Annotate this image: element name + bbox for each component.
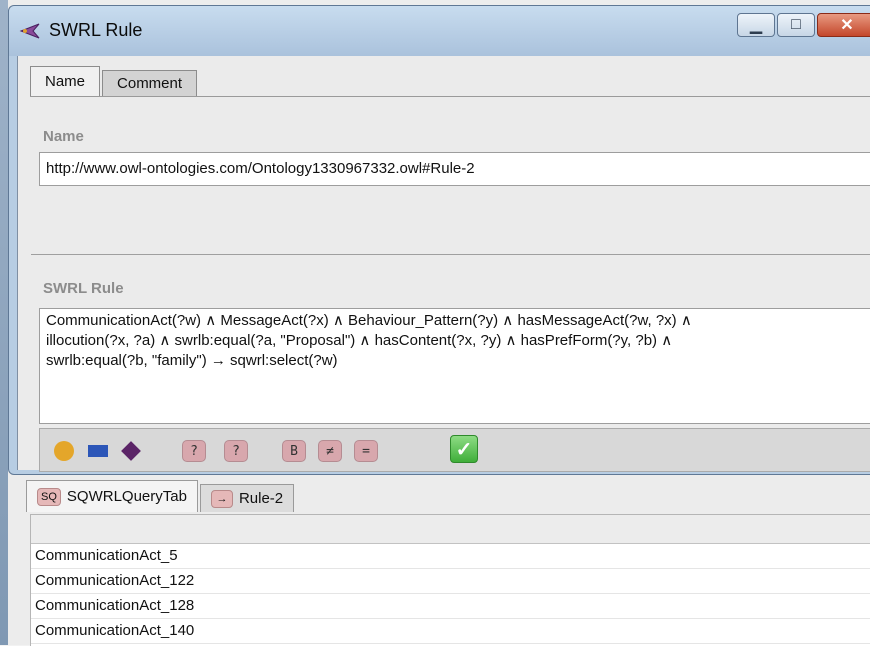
tab-label: SQWRLQueryTab	[66, 488, 187, 505]
same-as-icon[interactable]: =	[354, 440, 378, 462]
query-panel: SQ SQWRLQueryTab → Rule-2 CommunicationA…	[8, 470, 870, 646]
tab-comment[interactable]: Comment	[102, 70, 198, 96]
protege-icon	[19, 23, 40, 39]
name-label: Name	[43, 128, 84, 145]
tab-divider	[30, 96, 870, 97]
rule-line: CommunicationAct(?w) ∧ MessageAct(?x) ∧ …	[46, 312, 692, 329]
add-variable-icon[interactable]: ?	[224, 440, 248, 462]
results-header	[31, 515, 870, 544]
results-table: CommunicationAct_5 CommunicationAct_122 …	[30, 514, 870, 646]
rule-name-field[interactable]: http://www.owl-ontologies.com/Ontology13…	[39, 152, 870, 186]
table-row[interactable]: CommunicationAct_5	[31, 544, 870, 569]
table-row[interactable]: CommunicationAct_128	[31, 594, 870, 619]
datatype-rect-icon[interactable]	[88, 445, 108, 457]
query-tabs: SQ SQWRLQueryTab → Rule-2	[26, 478, 296, 512]
variable-question-icon[interactable]: ?	[182, 440, 206, 462]
minimize-icon: ▁	[749, 17, 763, 34]
maximize-icon: □	[791, 16, 801, 33]
maximize-button[interactable]: □	[777, 13, 815, 37]
ok-check-icon[interactable]: ✓	[450, 435, 478, 463]
rule-toolbar: ? ? B ≠ = ✓	[39, 428, 870, 472]
close-button[interactable]: ✕	[817, 13, 870, 37]
close-icon: ✕	[840, 17, 854, 34]
arrow-icon: →	[210, 489, 233, 508]
tab-name[interactable]: Name	[30, 66, 101, 96]
section-divider	[31, 254, 870, 255]
minimize-button[interactable]: ▁	[737, 13, 775, 37]
window-title: SWRL Rule	[49, 20, 143, 40]
tab-rule-2[interactable]: → Rule-2	[199, 484, 295, 512]
swrl-rule-dialog: SWRL Rule ▁ □ ✕ Name Comment Name http:/…	[8, 5, 870, 475]
individual-diamond-icon[interactable]	[121, 441, 141, 461]
sqwrl-icon: SQ	[37, 487, 61, 506]
builtin-icon[interactable]: B	[282, 440, 306, 462]
table-row[interactable]: CommunicationAct_122	[31, 569, 870, 594]
different-from-icon[interactable]: ≠	[318, 440, 342, 462]
swrl-rule-editor[interactable]: CommunicationAct(?w) ∧ MessageAct(?x) ∧ …	[39, 308, 870, 424]
dialog-tabs: Name Comment	[30, 66, 199, 96]
table-row[interactable]: CommunicationAct_140	[31, 619, 870, 644]
tab-sqwrl-query[interactable]: SQ SQWRLQueryTab	[26, 480, 198, 512]
swrl-rule-label: SWRL Rule	[43, 280, 124, 297]
title-bar[interactable]: SWRL Rule ▁ □ ✕	[9, 6, 870, 56]
class-circle-icon[interactable]	[54, 441, 74, 461]
rule-line: swrlb:equal(?b, "family") → sqwrl:select…	[46, 352, 338, 369]
window-edge	[0, 0, 8, 645]
rule-line: illocution(?x, ?a) ∧ swrlb:equal(?a, "Pr…	[46, 332, 673, 349]
tab-label: Rule-2	[238, 490, 284, 507]
